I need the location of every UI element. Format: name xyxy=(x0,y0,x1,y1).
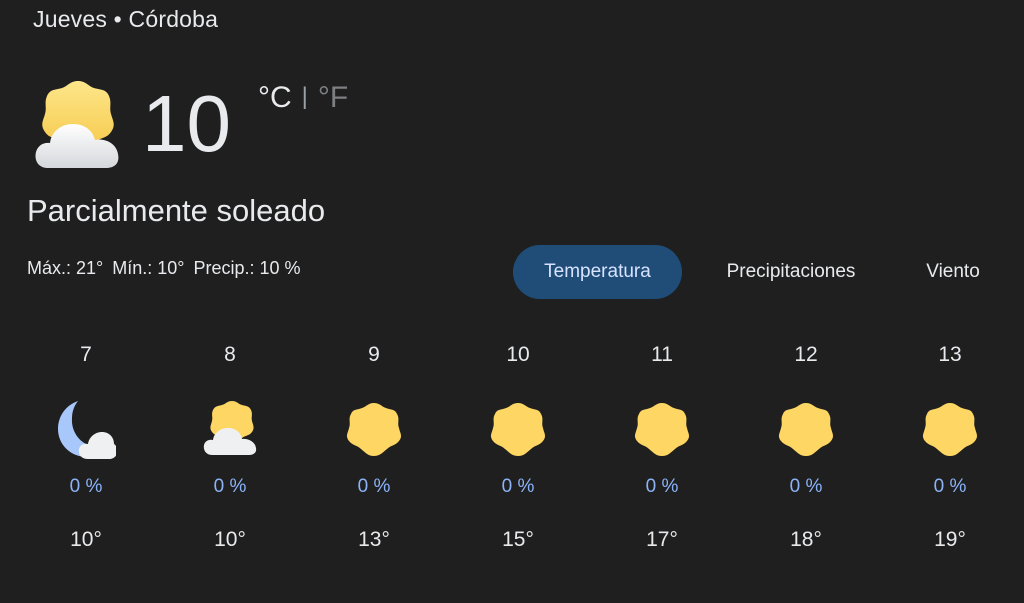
hour-label: 9 xyxy=(368,343,380,366)
night-partly-cloudy-icon xyxy=(56,399,116,461)
hour-temp: 18° xyxy=(790,528,822,551)
current-temperature: 10 xyxy=(142,79,231,168)
hour-column[interactable]: 10 0 % 15° xyxy=(446,335,590,553)
day-label: Jueves xyxy=(33,6,108,32)
hour-precip: 0 % xyxy=(789,476,823,497)
unit-toggle: °C | °F xyxy=(258,80,348,118)
hour-precip: 0 % xyxy=(357,476,391,497)
sunny-icon xyxy=(920,399,980,461)
hour-temp: 17° xyxy=(646,528,678,551)
metric-tabs: Temperatura Precipitaciones Viento xyxy=(0,245,1024,299)
hour-temp: 15° xyxy=(502,528,534,551)
hour-column[interactable]: 7 0 % 10° xyxy=(14,335,158,553)
hour-column[interactable]: 8 0 % 10° xyxy=(158,335,302,553)
partly-sunny-icon xyxy=(28,80,124,172)
hour-precip: 0 % xyxy=(69,476,103,497)
header-separator: • xyxy=(113,6,122,32)
hour-precip: 0 % xyxy=(501,476,535,497)
tab-viento[interactable]: Viento xyxy=(908,245,998,299)
condition-text: Parcialmente soleado xyxy=(27,193,326,228)
tab-temperatura[interactable]: Temperatura xyxy=(513,245,682,299)
hour-label: 13 xyxy=(938,343,962,366)
hour-temp: 19° xyxy=(934,528,966,551)
hour-label: 8 xyxy=(224,343,236,366)
hour-temp: 10° xyxy=(70,528,102,551)
hour-precip: 0 % xyxy=(645,476,679,497)
unit-separator: | xyxy=(301,83,308,110)
hour-label: 12 xyxy=(794,343,818,366)
location-label: Córdoba xyxy=(128,6,219,32)
hour-label: 10 xyxy=(506,343,530,366)
hour-label: 11 xyxy=(651,343,673,366)
hour-column[interactable]: 12 0 % 18° xyxy=(734,335,878,553)
partly-sunny-icon xyxy=(200,399,260,461)
tab-precipitaciones[interactable]: Precipitaciones xyxy=(704,245,878,299)
celsius-toggle[interactable]: °C xyxy=(258,81,292,114)
sunny-icon xyxy=(632,399,692,461)
sunny-icon xyxy=(488,399,548,461)
hour-precip: 0 % xyxy=(933,476,967,497)
hour-temp: 13° xyxy=(358,528,390,551)
sunny-icon xyxy=(344,399,404,461)
hour-precip: 0 % xyxy=(213,476,247,497)
hour-column[interactable]: 11 0 % 17° xyxy=(590,335,734,553)
hour-column[interactable]: 9 0 % 13° xyxy=(302,335,446,553)
hour-column[interactable]: 13 0 % 19° xyxy=(878,335,1022,553)
fahrenheit-toggle[interactable]: °F xyxy=(318,81,348,114)
hour-label: 7 xyxy=(80,343,92,366)
location-header: Jueves • Córdoba xyxy=(33,6,218,33)
hour-temp: 10° xyxy=(214,528,246,551)
sunny-icon xyxy=(776,399,836,461)
